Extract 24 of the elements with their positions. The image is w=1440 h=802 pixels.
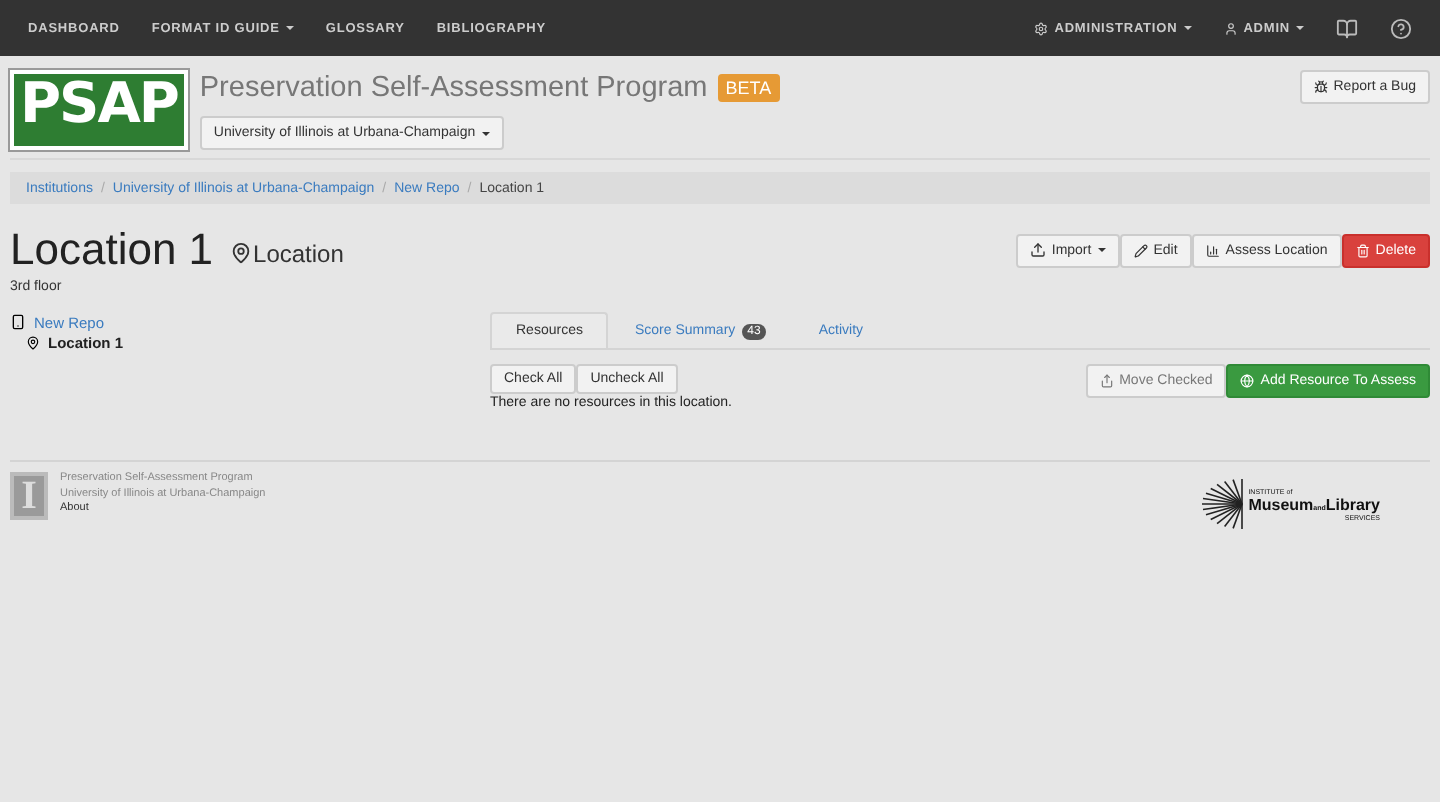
caret-icon bbox=[1183, 26, 1192, 30]
beta-badge: BETA bbox=[717, 74, 780, 102]
sponsor-text: Library bbox=[1325, 495, 1380, 513]
bar-chart-icon bbox=[1205, 243, 1220, 257]
bug-icon bbox=[1313, 80, 1328, 94]
caret-icon bbox=[285, 26, 294, 30]
pencil-icon bbox=[1133, 243, 1148, 257]
settings-icon bbox=[1034, 21, 1049, 35]
user-icon bbox=[1223, 21, 1238, 35]
caret-icon bbox=[1296, 26, 1304, 30]
logo: PSAP bbox=[10, 70, 188, 150]
trash-icon bbox=[1355, 243, 1370, 257]
page-title: Location 1 bbox=[10, 224, 214, 276]
starburst-icon bbox=[1200, 478, 1245, 530]
sponsor-text: Museum bbox=[1248, 495, 1314, 513]
map-pin-icon bbox=[26, 335, 40, 349]
block-i-logo: I bbox=[10, 472, 48, 520]
app-title: Preservation Self-Assessment Program bbox=[199, 72, 708, 104]
globe-icon bbox=[1240, 374, 1255, 388]
upload-icon bbox=[1029, 242, 1046, 258]
page-subtitle: Location bbox=[253, 239, 344, 267]
book-icon bbox=[1336, 17, 1358, 39]
map-pin-icon bbox=[229, 242, 252, 264]
help-icon bbox=[1390, 17, 1412, 39]
